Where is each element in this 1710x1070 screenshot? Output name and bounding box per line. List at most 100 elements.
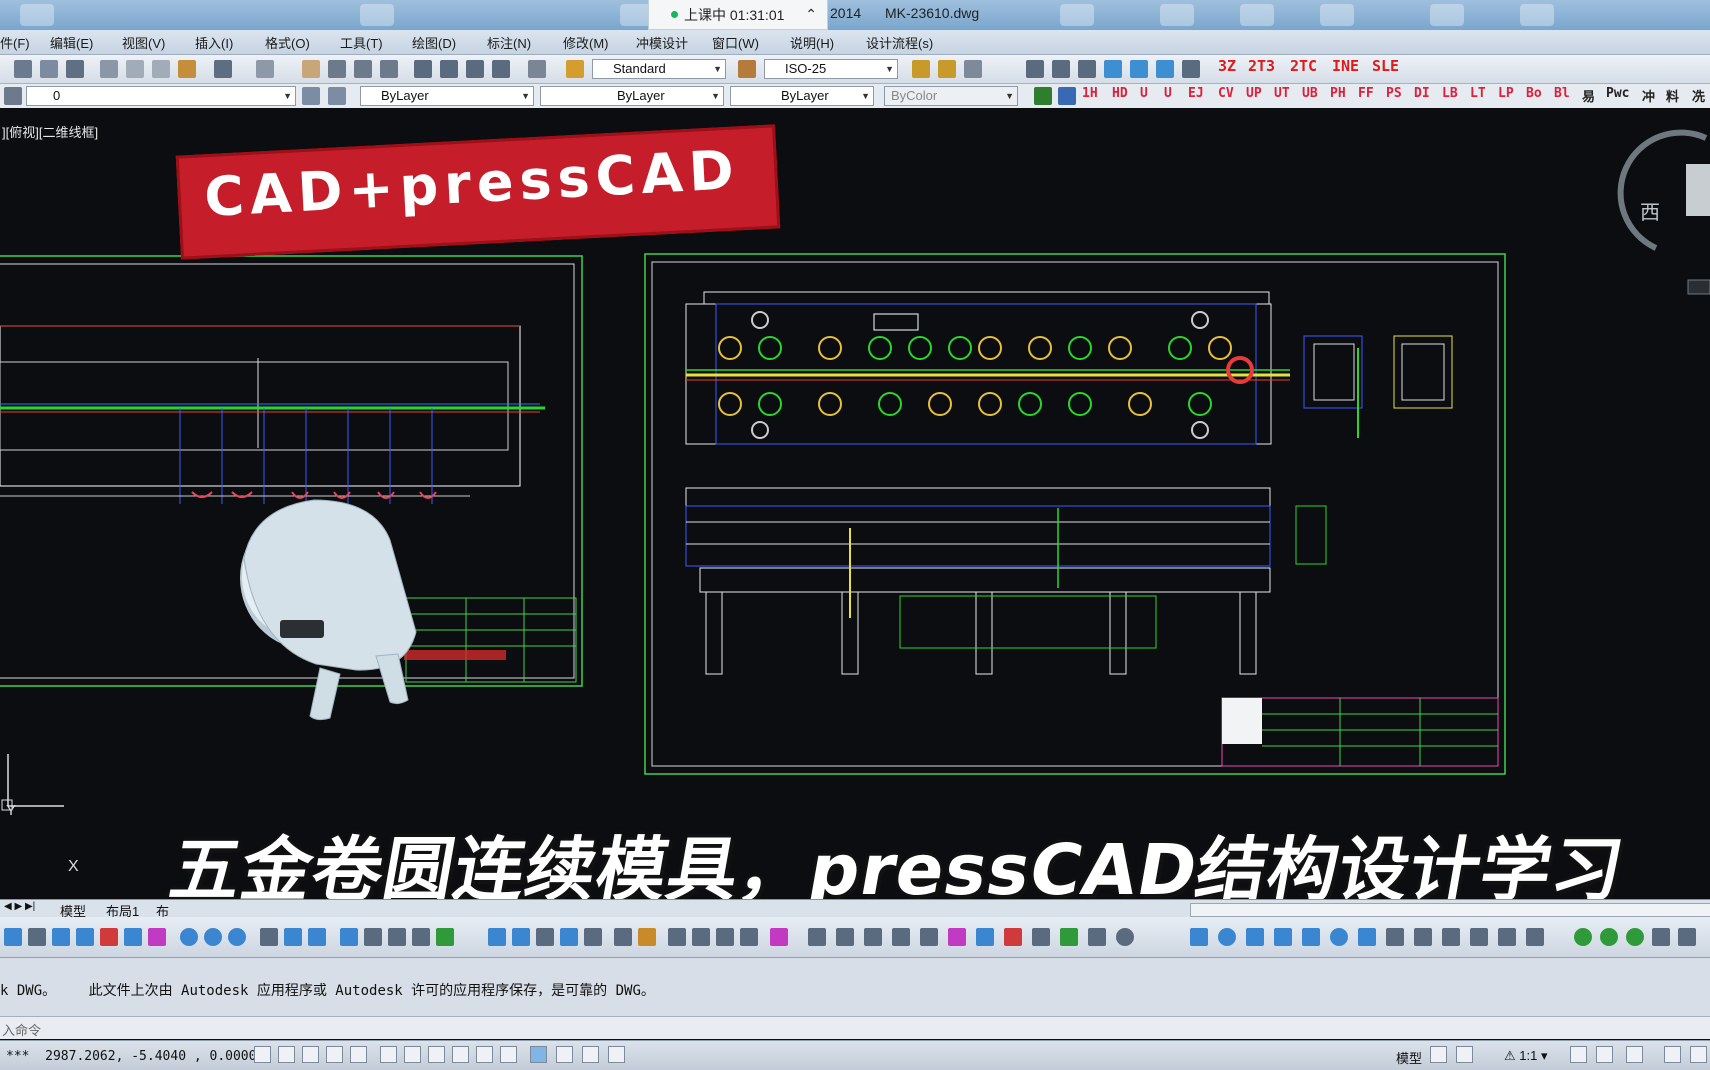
orbit-icon[interactable] <box>1052 60 1070 78</box>
selection-cycling-icon[interactable] <box>582 1046 599 1063</box>
grid-toggle-icon[interactable] <box>278 1046 295 1063</box>
snap-toggle-icon[interactable] <box>254 1046 271 1063</box>
taskbar-icon[interactable] <box>1240 4 1274 26</box>
layer-select[interactable]: 0 ▼ <box>26 86 296 106</box>
lineweight-toggle-icon[interactable] <box>500 1046 517 1063</box>
scale-icon[interactable] <box>668 928 686 946</box>
sheet-set-icon[interactable] <box>492 60 510 78</box>
mirror-icon[interactable] <box>536 928 554 946</box>
horizontal-scrollbar[interactable] <box>1190 903 1710 917</box>
tool-palette-icon[interactable] <box>466 60 484 78</box>
frame-tool-icon[interactable] <box>1678 928 1696 946</box>
text-tool-icon[interactable] <box>28 928 46 946</box>
tolerance-icon[interactable] <box>1088 928 1106 946</box>
cmd-di[interactable]: DI <box>1414 86 1430 101</box>
circle-icon[interactable] <box>180 928 198 946</box>
cmd-bl[interactable]: Bl <box>1554 86 1570 101</box>
menu-die-design[interactable]: 冲模设计 <box>636 33 688 52</box>
workspace-gear-icon[interactable] <box>1626 1046 1643 1063</box>
cmd-cv[interactable]: CV <box>1218 86 1234 101</box>
wedge-icon[interactable] <box>1302 928 1320 946</box>
table-icon[interactable] <box>52 928 70 946</box>
cmd-u[interactable]: U <box>1164 86 1172 101</box>
taskbar-icon[interactable] <box>1060 4 1094 26</box>
cmd-ut[interactable]: UT <box>1274 86 1290 101</box>
annotation-visibility-icon[interactable] <box>1570 1046 1587 1063</box>
cmd-pwc[interactable]: Pwc <box>1606 86 1629 101</box>
dyn-toggle-icon[interactable] <box>476 1046 493 1063</box>
paste-icon[interactable] <box>152 60 170 78</box>
cmd-ine[interactable]: INE <box>1332 57 1359 75</box>
layer-icon[interactable] <box>964 60 982 78</box>
cylinder-icon[interactable] <box>1246 928 1264 946</box>
cmd-up[interactable]: UP <box>1246 86 1262 101</box>
cmd-yi[interactable]: 易 <box>1582 86 1595 105</box>
copy-obj-icon[interactable] <box>512 928 530 946</box>
union-icon[interactable] <box>1574 928 1592 946</box>
layout-icon[interactable] <box>1456 1046 1473 1063</box>
sweep-icon[interactable] <box>1442 928 1460 946</box>
menu-tools[interactable]: 工具(T) <box>340 33 383 52</box>
circle2-icon[interactable] <box>204 928 222 946</box>
cmd-u[interactable]: U <box>1140 86 1148 101</box>
linetype-select[interactable]: ByLayer ▼ <box>540 86 724 106</box>
class-timer[interactable]: 上课中 01:31:01 ⌃ <box>648 0 828 30</box>
menu-edit[interactable]: 编辑(E) <box>50 33 93 52</box>
cut-icon[interactable] <box>100 60 118 78</box>
pan-icon[interactable] <box>302 60 320 78</box>
menu-help[interactable]: 说明(H) <box>790 33 834 52</box>
lineweight-select[interactable]: ByLayer ▼ <box>730 86 874 106</box>
grid-tool-icon[interactable] <box>1652 928 1670 946</box>
command-line[interactable]: 入命令 <box>0 1016 1710 1039</box>
menu-dimension[interactable]: 标注(N) <box>487 33 531 52</box>
cmd-ps[interactable]: PS <box>1386 86 1402 101</box>
layer-previous-icon[interactable] <box>328 87 346 105</box>
viewcube[interactable] <box>1617 129 1710 295</box>
rectangle-icon[interactable] <box>340 928 358 946</box>
circle3-icon[interactable] <box>228 928 246 946</box>
quick-dim-icon[interactable] <box>1004 928 1022 946</box>
arc2-icon[interactable] <box>308 928 326 946</box>
subtract-icon[interactable] <box>1600 928 1618 946</box>
cmd-ph[interactable]: PH <box>1330 86 1346 101</box>
compass-west-label[interactable]: 西 <box>1640 196 1660 225</box>
block-icon[interactable] <box>76 928 94 946</box>
gradient-icon[interactable] <box>412 928 430 946</box>
cmd-2tc[interactable]: 2TC <box>1290 57 1317 75</box>
cmd-hd[interactable]: HD <box>1112 86 1128 101</box>
menu-window[interactable]: 窗口(W) <box>712 33 759 52</box>
dim-style-select[interactable]: ISO-25 ▼ <box>764 59 898 79</box>
break-icon[interactable] <box>770 928 788 946</box>
clean-screen-icon[interactable] <box>1690 1046 1707 1063</box>
taskbar-icon[interactable] <box>1160 4 1194 26</box>
redo-icon[interactable] <box>256 60 274 78</box>
sphere-icon[interactable] <box>1218 928 1236 946</box>
materials-icon[interactable] <box>1156 60 1174 78</box>
match-props-icon[interactable] <box>178 60 196 78</box>
plotstyle-select[interactable]: ByColor ▼ <box>884 86 1018 106</box>
dim-aligned-icon[interactable] <box>836 928 854 946</box>
grid-display-icon[interactable] <box>302 1046 319 1063</box>
cmd-chong[interactable]: 冲 <box>1642 86 1655 105</box>
preview-icon[interactable] <box>40 60 58 78</box>
copy-icon[interactable] <box>126 60 144 78</box>
cmd-lt[interactable]: LT <box>1470 86 1486 101</box>
cmd-3z[interactable]: 3Z <box>1218 57 1236 75</box>
viewport-controls[interactable]: ][俯视][二维线框] <box>2 122 98 141</box>
lights-icon[interactable] <box>1182 60 1200 78</box>
shade-icon[interactable] <box>1104 60 1122 78</box>
pyramid-icon[interactable] <box>1358 928 1376 946</box>
text-style-icon[interactable] <box>566 60 584 78</box>
lock-icon[interactable] <box>1664 1046 1681 1063</box>
menu-format[interactable]: 格式(O) <box>265 33 310 52</box>
continue-icon[interactable] <box>1060 928 1078 946</box>
baseline-icon[interactable] <box>1032 928 1050 946</box>
render-icon[interactable] <box>1130 60 1148 78</box>
design-center-icon[interactable] <box>440 60 458 78</box>
annotation-monitor-icon[interactable] <box>608 1046 625 1063</box>
erase-icon[interactable] <box>488 928 506 946</box>
view-icon[interactable] <box>1026 60 1044 78</box>
slice-icon[interactable] <box>1526 928 1544 946</box>
dimension-icon[interactable] <box>808 928 826 946</box>
cmd-lb[interactable]: LB <box>1442 86 1458 101</box>
